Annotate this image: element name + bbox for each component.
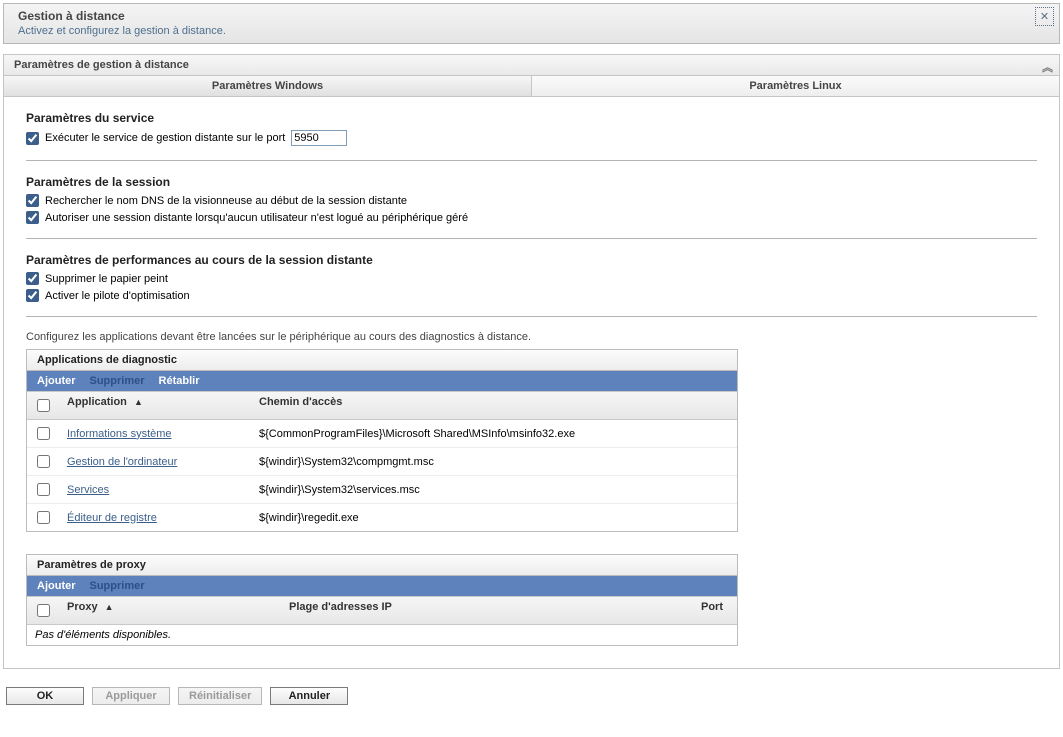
table-row: Informations système ${CommonProgramFile… [27,420,737,448]
allow-session-checkbox[interactable] [26,211,39,224]
row-checkbox[interactable] [37,427,50,440]
wallpaper-checkbox[interactable] [26,272,39,285]
app-link[interactable]: Gestion de l'ordinateur [67,456,177,468]
table-row: Éditeur de registre ${windir}\regedit.ex… [27,504,737,531]
session-heading: Paramètres de la session [26,175,1037,189]
run-service-checkbox[interactable] [26,132,39,145]
app-path: ${windir}\System32\compmgmt.msc [253,448,737,475]
table-row: Services ${windir}\System32\services.msc [27,476,737,504]
proxy-col-port[interactable]: Port [695,597,737,624]
cancel-button[interactable]: Annuler [270,687,348,705]
port-input[interactable] [291,130,347,146]
dns-lookup-label: Rechercher le nom DNS de la visionneuse … [45,195,407,207]
service-heading: Paramètres du service [26,111,1037,125]
app-path: ${windir}\regedit.exe [253,504,737,531]
dns-lookup-checkbox[interactable] [26,194,39,207]
wallpaper-label: Supprimer le papier peint [45,273,168,285]
apps-select-all-checkbox[interactable] [37,399,50,412]
optim-driver-checkbox[interactable] [26,289,39,302]
apps-table: Applications de diagnostic Ajouter Suppr… [26,349,738,532]
divider [26,160,1037,161]
apps-table-title: Applications de diagnostic [27,350,737,371]
row-checkbox[interactable] [37,455,50,468]
apps-reset-button[interactable]: Rétablir [159,375,200,387]
page-banner: Gestion à distance Activez et configurez… [3,3,1060,44]
page-title: Gestion à distance [18,9,1051,23]
proxy-select-all-checkbox[interactable] [37,604,50,617]
ok-button[interactable]: OK [6,687,84,705]
accordion-header[interactable]: Paramètres de gestion à distance ︽ [3,54,1060,76]
diag-hint: Configurez les applications devant être … [26,331,1037,343]
proxy-table-toolbar: Ajouter Supprimer [27,576,737,596]
run-service-label: Exécuter le service de gestion distante … [45,132,285,144]
perf-heading: Paramètres de performances au cours de l… [26,253,1037,267]
optim-driver-label: Activer le pilote d'optimisation [45,290,190,302]
proxy-table-title: Paramètres de proxy [27,555,737,576]
proxy-col-proxy-label: Proxy [67,601,98,613]
page-subtitle: Activez et configurez la gestion à dista… [18,25,1051,37]
proxy-col-ip[interactable]: Plage d'adresses IP [283,597,695,624]
apps-add-button[interactable]: Ajouter [37,375,76,387]
app-path: ${CommonProgramFiles}\Microsoft Shared\M… [253,420,737,447]
tab-linux[interactable]: Paramètres Linux [532,76,1059,97]
accordion-title: Paramètres de gestion à distance [14,59,189,71]
footer-buttons: OK Appliquer Réinitialiser Annuler [6,687,1063,705]
row-checkbox[interactable] [37,511,50,524]
app-link[interactable]: Éditeur de registre [67,512,157,524]
proxy-col-proxy[interactable]: Proxy ▲ [61,597,283,624]
apps-col-application-label: Application [67,396,127,408]
apps-delete-button[interactable]: Supprimer [90,375,145,387]
proxy-table: Paramètres de proxy Ajouter Supprimer Pr… [26,554,738,646]
apps-table-toolbar: Ajouter Supprimer Rétablir [27,371,737,391]
divider [26,238,1037,239]
apps-col-application[interactable]: Application ▲ [61,392,253,419]
close-icon[interactable]: ✕ [1035,7,1054,26]
tab-windows[interactable]: Paramètres Windows [4,76,532,97]
divider [26,316,1037,317]
proxy-add-button[interactable]: Ajouter [37,580,76,592]
reset-button[interactable]: Réinitialiser [178,687,262,705]
row-checkbox[interactable] [37,483,50,496]
allow-session-label: Autoriser une session distante lorsqu'au… [45,212,468,224]
proxy-delete-button[interactable]: Supprimer [90,580,145,592]
sort-asc-icon: ▲ [105,602,114,612]
apps-table-header: Application ▲ Chemin d'accès [27,391,737,420]
apply-button[interactable]: Appliquer [92,687,170,705]
app-link[interactable]: Informations système [67,428,172,440]
apps-col-path[interactable]: Chemin d'accès [253,392,737,419]
proxy-empty-message: Pas d'éléments disponibles. [27,625,737,645]
sort-asc-icon: ▲ [134,397,143,407]
app-link[interactable]: Services [67,484,109,496]
settings-panel: Paramètres du service Exécuter le servic… [3,97,1060,669]
tab-bar: Paramètres Windows Paramètres Linux [3,76,1060,97]
app-path: ${windir}\System32\services.msc [253,476,737,503]
proxy-table-header: Proxy ▲ Plage d'adresses IP Port [27,596,737,625]
table-row: Gestion de l'ordinateur ${windir}\System… [27,448,737,476]
chevron-up-icon[interactable]: ︽ [1042,59,1053,75]
